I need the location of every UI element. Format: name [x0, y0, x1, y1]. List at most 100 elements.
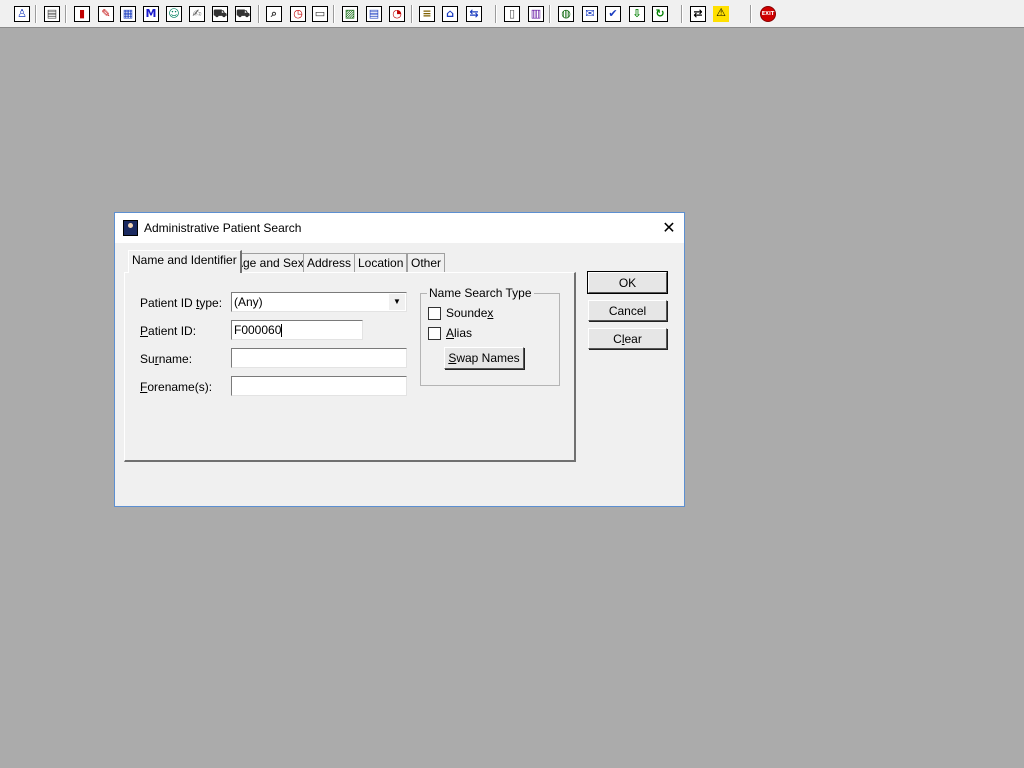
download-button[interactable]: ⇩	[627, 4, 647, 24]
toolbar-separator	[750, 5, 752, 23]
toolbar-separator	[65, 5, 67, 23]
patient-id-type-select[interactable]: (Any) ▼	[231, 292, 407, 312]
messages-icon: ✉	[582, 6, 598, 22]
patient-app-icon	[123, 220, 138, 236]
messages-button[interactable]: ✉	[580, 4, 600, 24]
vehicle-button[interactable]: ⛟	[233, 4, 253, 24]
tab-address[interactable]: Address	[303, 253, 356, 272]
toolbar-separator	[258, 5, 260, 23]
letter-m-icon: M	[143, 6, 159, 22]
person-icon: ☺	[166, 6, 182, 22]
form-icon: ▤	[366, 6, 382, 22]
patient-id-type-label: Patient ID type:	[140, 296, 223, 310]
download-icon: ⇩	[629, 6, 645, 22]
forename-input[interactable]	[231, 376, 407, 396]
ok-button[interactable]: OK	[587, 271, 668, 294]
bar-chart-icon: ▥	[528, 6, 544, 22]
patient-id-label: Patient ID:	[140, 324, 197, 338]
patient-button[interactable]: ♙	[12, 4, 32, 24]
surname-input[interactable]	[231, 348, 407, 368]
tab-age-and-sex[interactable]: Age and Sex	[231, 253, 308, 272]
clock-icon: ◷	[290, 6, 306, 22]
letter-m-button[interactable]: M	[141, 4, 161, 24]
toolbar-separator	[549, 5, 551, 23]
surname-label: Surname:	[140, 352, 193, 366]
transfer-icon: ⇆	[466, 6, 482, 22]
gauge-button[interactable]: ◔	[387, 4, 407, 24]
toolbar-separator	[411, 5, 413, 23]
warning-icon: ⚠	[713, 6, 729, 22]
chevron-down-icon[interactable]: ▼	[389, 294, 405, 310]
globe-button[interactable]: ◍	[556, 4, 576, 24]
toolbar-separator	[495, 5, 497, 23]
gauge-icon: ◔	[389, 6, 405, 22]
chart-icon: ▨	[342, 6, 358, 22]
swap-names-button[interactable]: Swap Names	[444, 347, 524, 369]
tab-name-and-identifier[interactable]: Name and Identifier	[128, 250, 242, 273]
patient-id-type-value: (Any)	[234, 295, 263, 309]
patient-search-dialog: Administrative Patient Search ✕ Name and…	[114, 212, 685, 507]
book-button[interactable]: ▮	[72, 4, 92, 24]
page-button[interactable]: ▯	[502, 4, 522, 24]
alias-label: Alias	[446, 326, 473, 340]
swap-arrows-icon: ⇄	[690, 6, 706, 22]
alias-checkbox[interactable]	[428, 327, 441, 340]
search-document-icon: ⌕	[266, 6, 282, 22]
toolbar-separator	[35, 5, 37, 23]
refresh-icon: ↻	[652, 6, 668, 22]
text-caret	[281, 324, 283, 338]
ambulance-button[interactable]: ⛟	[210, 4, 230, 24]
clock-button[interactable]: ◷	[288, 4, 308, 24]
notes-icon: ✍	[189, 6, 205, 22]
chart-button[interactable]: ▨	[340, 4, 360, 24]
vehicle-icon: ⛟	[235, 6, 251, 22]
form-button[interactable]: ▤	[364, 4, 384, 24]
close-icon[interactable]: ✕	[654, 213, 684, 243]
dialog-title: Administrative Patient Search	[144, 221, 302, 235]
bed-button[interactable]: ⌂	[440, 4, 460, 24]
display-button[interactable]: ▭	[310, 4, 330, 24]
main-toolbar: ♙ ▤ ▮ ✎ ▦ M ☺ ✍ ⛟ ⛟ ⌕ ◷ ▭ ▨ ▤ ◔ ≡ ⌂ ⇆ ▯ ▥ ◍ ✉ ✔ ⇩ ↻ ⇄ ⚠ EXIT	[0, 0, 1024, 28]
exit-button[interactable]: EXIT	[758, 4, 778, 24]
person-button[interactable]: ☺	[164, 4, 184, 24]
forename-label: Forename(s):	[140, 380, 213, 394]
name-search-type-group: Name Search Type Soundex Alias Swap Name…	[420, 286, 560, 386]
patient-id-value: F000060	[234, 323, 282, 337]
transfer-button[interactable]: ⇆	[464, 4, 484, 24]
tab-other[interactable]: Other	[407, 253, 446, 272]
ambulance-icon: ⛟	[212, 6, 228, 22]
edit-record-icon: ✎	[98, 6, 114, 22]
approve-button[interactable]: ✔	[603, 4, 623, 24]
toolbar-separator	[681, 5, 683, 23]
bar-chart-button[interactable]: ▥	[526, 4, 546, 24]
refresh-button[interactable]: ↻	[650, 4, 670, 24]
notes-button[interactable]: ✍	[187, 4, 207, 24]
soundex-label: Soundex	[446, 306, 494, 320]
document-icon: ▦	[120, 6, 136, 22]
soundex-checkbox[interactable]	[428, 307, 441, 320]
approve-icon: ✔	[605, 6, 621, 22]
patient-id-input[interactable]: F000060	[231, 320, 363, 340]
print-button[interactable]: ▤	[42, 4, 62, 24]
patient-icon: ♙	[14, 6, 30, 22]
page-icon: ▯	[504, 6, 520, 22]
edit-record-button[interactable]: ✎	[96, 4, 116, 24]
warning-button[interactable]: ⚠	[711, 4, 731, 24]
cancel-button[interactable]: Cancel	[588, 300, 667, 321]
dialog-titlebar[interactable]: Administrative Patient Search ✕	[115, 213, 684, 243]
print-icon: ▤	[44, 6, 60, 22]
list-icon: ≡	[419, 6, 435, 22]
display-icon: ▭	[312, 6, 328, 22]
globe-icon: ◍	[558, 6, 574, 22]
search-document-button[interactable]: ⌕	[264, 4, 284, 24]
bed-icon: ⌂	[442, 6, 458, 22]
tab-location[interactable]: Location	[354, 253, 408, 272]
document-button[interactable]: ▦	[118, 4, 138, 24]
toolbar-separator	[333, 5, 335, 23]
book-icon: ▮	[74, 6, 90, 22]
clear-button[interactable]: Cl ear	[588, 328, 667, 349]
name-search-type-legend: Name Search Type	[427, 286, 534, 300]
list-button[interactable]: ≡	[417, 4, 437, 24]
swap-arrows-button[interactable]: ⇄	[688, 4, 708, 24]
exit-icon: EXIT	[760, 6, 776, 22]
